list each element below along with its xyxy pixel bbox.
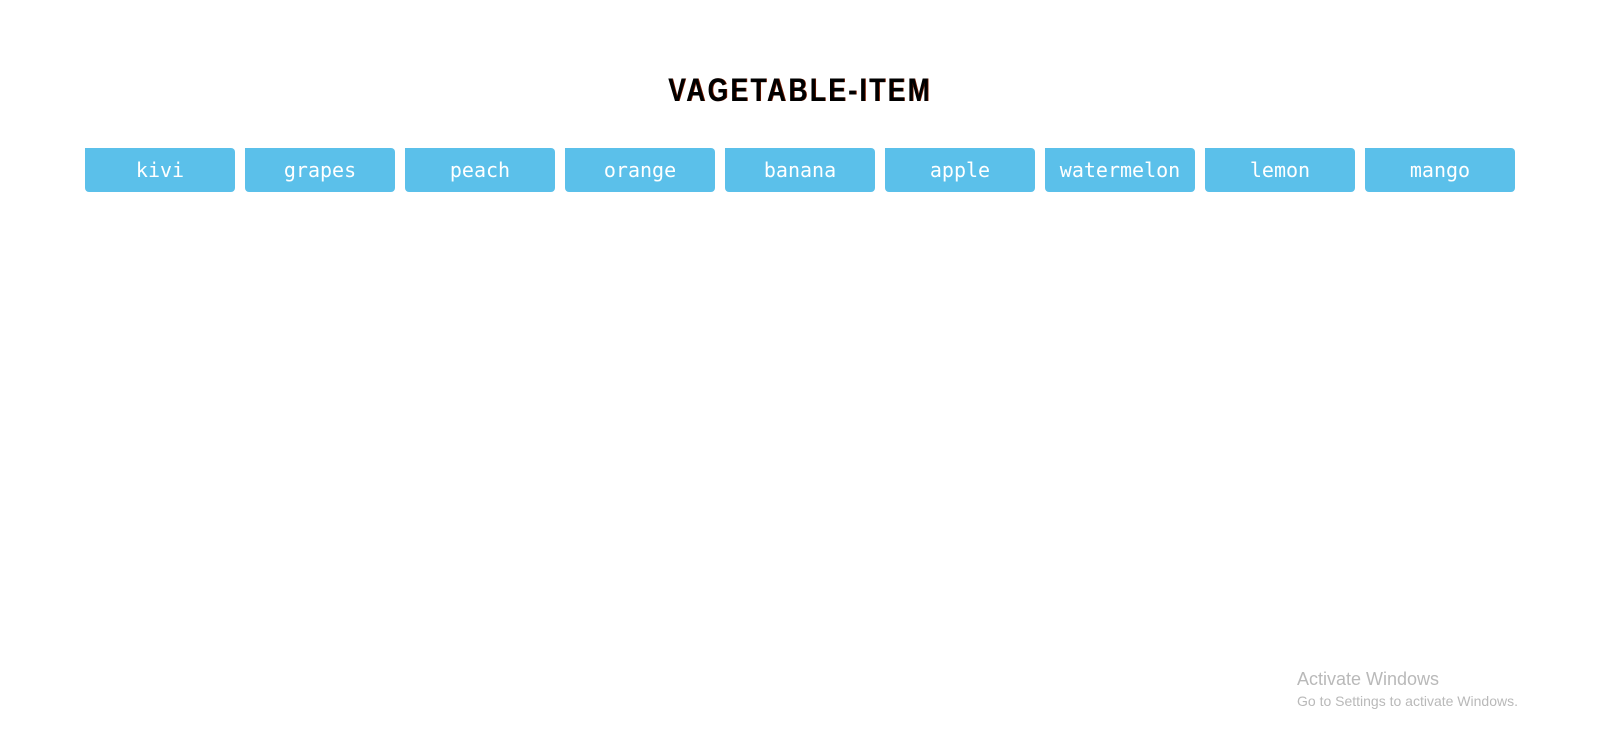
item-button-mango[interactable]: mango bbox=[1365, 148, 1515, 192]
page-title: VAGETABLE-ITEM bbox=[668, 72, 932, 109]
item-button-watermelon[interactable]: watermelon bbox=[1045, 148, 1195, 192]
item-button-kivi[interactable]: kivi bbox=[85, 148, 235, 192]
item-button-lemon[interactable]: lemon bbox=[1205, 148, 1355, 192]
item-button-grapes[interactable]: grapes bbox=[245, 148, 395, 192]
activate-windows-watermark: Activate Windows Go to Settings to activ… bbox=[1297, 668, 1518, 712]
item-button-peach[interactable]: peach bbox=[405, 148, 555, 192]
watermark-subtitle: Go to Settings to activate Windows. bbox=[1297, 693, 1518, 709]
watermark-title: Activate Windows bbox=[1297, 669, 1440, 689]
item-button-row: kivi grapes peach orange banana apple wa… bbox=[85, 148, 1515, 192]
item-button-apple[interactable]: apple bbox=[885, 148, 1035, 192]
item-button-banana[interactable]: banana bbox=[725, 148, 875, 192]
item-button-orange[interactable]: orange bbox=[565, 148, 715, 192]
